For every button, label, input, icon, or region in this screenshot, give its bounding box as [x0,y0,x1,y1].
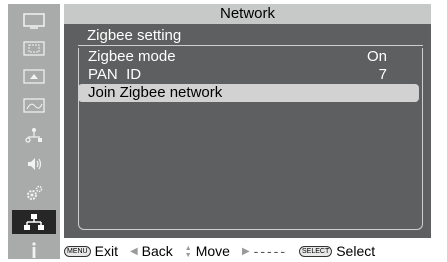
picture-icon [23,13,45,29]
menu-key-icon: MENU [64,246,91,257]
page-title: Network [64,4,431,24]
setup-icon [23,126,45,144]
join-zigbee-network-label: Join Zigbee network [88,84,223,101]
sidebar-item-audio[interactable] [12,152,56,176]
sidebar-item-network[interactable] [12,210,56,234]
zigbee-mode-label: Zigbee mode [88,48,176,65]
help-next: ▶ ----- [242,244,287,259]
help-select: SELECT Select [298,243,376,259]
projector-osd: Network Zigbee setting Zigbee mode On PA… [0,0,447,259]
audio-icon [23,155,45,173]
input-icon [23,69,45,85]
image-adjust-icon [23,98,45,114]
right-arrow-icon: ▶ [241,246,250,257]
settings-panel: Zigbee setting Zigbee mode On PAN ID 7 J… [64,24,431,238]
sidebar-item-input[interactable] [12,65,56,89]
menu-sidebar [8,4,60,259]
help-back-label: Back [141,243,173,259]
zigbee-mode-row[interactable]: Zigbee mode On [78,48,417,66]
help-exit: MENU Exit [64,244,118,259]
sidebar-item-image-adjust[interactable] [12,94,56,118]
up-down-arrow-icon: ▲ ▼ [184,244,192,259]
settings-gear-icon [23,184,45,202]
help-bar: MENU Exit ◀ Back ▲ ▼ Move ▶ ----- SELECT … [64,244,447,259]
pan-id-value: 7 [378,66,387,83]
help-move-label: Move [195,243,230,259]
help-select-label: Select [336,243,376,259]
network-icon [23,213,45,231]
pan-id-label: PAN ID [88,66,142,83]
help-move: ▲ ▼ Move [185,244,230,259]
help-back: ◀ Back [130,244,173,259]
help-next-label: ----- [253,243,287,259]
sidebar-item-info[interactable] [12,238,56,262]
zigbee-mode-value: On [366,48,387,65]
join-zigbee-network-row[interactable]: Join Zigbee network [78,84,419,102]
section-heading: Zigbee setting [78,26,423,46]
info-icon [23,241,45,259]
sidebar-item-picture[interactable] [12,9,56,33]
left-arrow-icon: ◀ [129,246,138,257]
help-exit-label: Exit [94,243,118,259]
select-key-icon: SELECT [298,246,333,257]
sidebar-item-display[interactable] [12,37,56,61]
display-icon [23,41,45,57]
pan-id-row[interactable]: PAN ID 7 [78,66,417,84]
sidebar-item-setup[interactable] [12,123,56,147]
sidebar-item-settings[interactable] [12,181,56,205]
